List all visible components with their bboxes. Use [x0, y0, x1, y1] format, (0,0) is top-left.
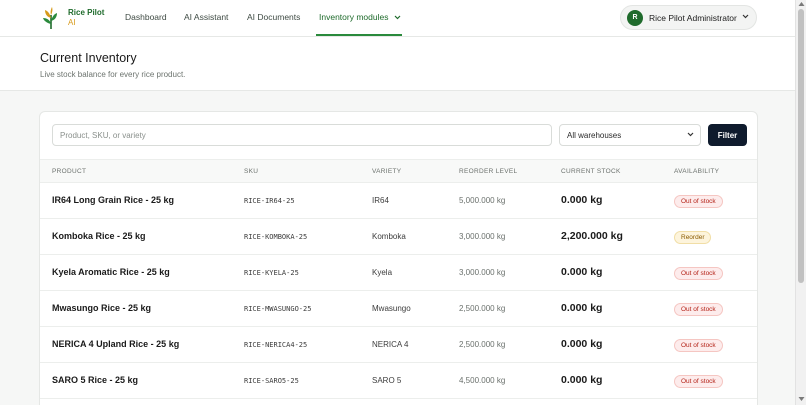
chevron-down-icon — [687, 132, 694, 137]
nav-ai-assistant[interactable]: AI Assistant — [184, 12, 228, 22]
current-stock: 0.000 kg — [561, 266, 603, 278]
nav-inventory-label: Inventory modules — [319, 12, 389, 22]
inventory-card: All warehouses Filter PRODUCT SKU VARIET… — [39, 111, 758, 405]
current-stock: 0.000 kg — [561, 374, 603, 386]
reorder-level: 3,000.000 kg — [459, 268, 506, 277]
user-name: Rice Pilot Administrator — [649, 13, 737, 23]
column-header-availability[interactable]: AVAILABILITY — [674, 168, 719, 175]
table-row[interactable]: NERICA 4 Upland Rice - 25 kg RICE-NERICA… — [40, 327, 757, 363]
nav-dashboard[interactable]: Dashboard — [125, 12, 167, 22]
reorder-level: 5,000.000 kg — [459, 196, 506, 205]
avatar: R — [627, 10, 643, 26]
top-navbar: Rice Pilot AI Dashboard AI Assistant AI … — [0, 0, 795, 37]
status-badge: Out of stock — [674, 303, 723, 316]
product-sku: RICE-KYELA-25 — [244, 269, 299, 277]
table-row[interactable]: IR64 Long Grain Rice - 25 kg RICE-IR64-2… — [40, 183, 757, 219]
active-nav-indicator — [316, 34, 402, 36]
current-stock: 0.000 kg — [561, 194, 603, 206]
product-name: Mwasungo Rice - 25 kg — [52, 303, 152, 313]
product-sku: RICE-SARO5-25 — [244, 377, 299, 385]
page-subtitle: Live stock balance for every rice produc… — [40, 70, 186, 79]
column-header-sku[interactable]: SKU — [244, 168, 258, 175]
scroll-up-arrow-icon[interactable] — [798, 1, 805, 7]
reorder-level: 2,500.000 kg — [459, 304, 506, 313]
user-menu-button[interactable]: R Rice Pilot Administrator — [620, 5, 757, 30]
page-scrollbar[interactable] — [795, 0, 806, 405]
product-name: Komboka Rice - 25 kg — [52, 231, 146, 241]
warehouse-select[interactable]: All warehouses — [559, 124, 701, 146]
reorder-level: 4,500.000 kg — [459, 376, 506, 385]
page-header: Current Inventory Live stock balance for… — [0, 37, 795, 91]
status-badge: Out of stock — [674, 267, 723, 280]
chevron-down-icon — [742, 14, 749, 19]
rice-plant-icon[interactable] — [40, 6, 62, 30]
product-variety: Mwasungo — [372, 304, 411, 313]
product-name: SARO 5 Rice - 25 kg — [52, 375, 139, 385]
chevron-down-icon — [394, 15, 401, 20]
brand-subtitle: AI — [68, 18, 76, 27]
current-stock: 0.000 kg — [561, 338, 603, 350]
table-row[interactable]: Mwasungo Rice - 25 kg RICE-MWASUNGO-25 M… — [40, 291, 757, 327]
brand-name[interactable]: Rice Pilot AI — [68, 8, 104, 28]
column-header-reorder-level[interactable]: REORDER LEVEL — [459, 168, 517, 175]
search-input[interactable] — [52, 124, 552, 146]
warehouse-select-value: All warehouses — [567, 131, 622, 140]
product-variety: NERICA 4 — [372, 340, 409, 349]
product-sku: RICE-IR64-25 — [244, 197, 295, 205]
product-name: Kyela Aromatic Rice - 25 kg — [52, 267, 170, 277]
status-badge: Out of stock — [674, 375, 723, 388]
product-variety: Komboka — [372, 232, 406, 241]
product-sku: RICE-KOMBOKA-25 — [244, 233, 308, 241]
nav-ai-documents[interactable]: AI Documents — [247, 12, 300, 22]
filter-button[interactable]: Filter — [708, 124, 747, 146]
status-badge: Out of stock — [674, 339, 723, 352]
table-row[interactable]: Komboka Rice - 25 kg RICE-KOMBOKA-25 Kom… — [40, 219, 757, 255]
column-header-variety[interactable]: VARIETY — [372, 168, 401, 175]
brand-title: Rice Pilot — [68, 8, 105, 17]
page-title: Current Inventory — [40, 51, 137, 65]
product-variety: Kyela — [372, 268, 393, 277]
current-stock: 2,200.000 kg — [561, 230, 623, 242]
table-row[interactable]: SARO 5 Rice - 25 kg RICE-SARO5-25 SARO 5… — [40, 363, 757, 399]
product-name: NERICA 4 Upland Rice - 25 kg — [52, 339, 180, 349]
product-variety: SARO 5 — [372, 376, 402, 385]
status-badge: Out of stock — [674, 195, 723, 208]
table-header: PRODUCT SKU VARIETY REORDER LEVEL CURREN… — [40, 159, 757, 183]
column-header-product[interactable]: PRODUCT — [52, 168, 86, 175]
current-stock: 0.000 kg — [561, 302, 603, 314]
product-name: IR64 Long Grain Rice - 25 kg — [52, 195, 175, 205]
status-badge: Reorder — [674, 231, 712, 244]
nav-inventory-modules[interactable]: Inventory modules — [319, 12, 401, 22]
reorder-level: 3,000.000 kg — [459, 232, 506, 241]
product-variety: IR64 — [372, 196, 389, 205]
reorder-level: 2,500.000 kg — [459, 340, 506, 349]
scroll-down-arrow-icon[interactable] — [798, 396, 805, 402]
column-header-current-stock[interactable]: CURRENT STOCK — [561, 168, 621, 175]
product-sku: RICE-MWASUNGO-25 — [244, 305, 312, 313]
table-row[interactable]: Kyela Aromatic Rice - 25 kg RICE-KYELA-2… — [40, 255, 757, 291]
scrollbar-thumb[interactable] — [798, 9, 804, 283]
product-sku: RICE-NERICA4-25 — [244, 341, 308, 349]
